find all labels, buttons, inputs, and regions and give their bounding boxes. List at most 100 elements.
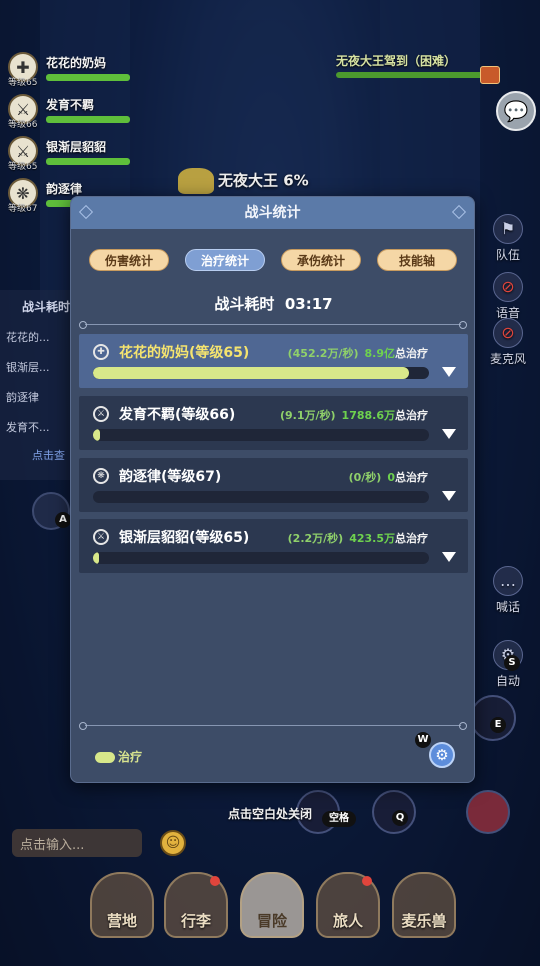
member-name: 发育不羁 [46, 98, 95, 112]
emoji-icon[interactable]: ☺ [160, 830, 186, 856]
player-name: 银渐层貂貂(等级65) [119, 530, 250, 546]
tab-damage-taken[interactable]: 承伤统计 [281, 249, 361, 271]
heal-bar-fill [93, 552, 100, 564]
member-name: 花花的奶妈 [46, 56, 107, 70]
party-list: ✚ 花花的奶妈 等级65 ⚔ 发育不羁 等级66 ⚔ 银渐层貂貂 等级65 ❋ … [6, 50, 131, 218]
nav-travelers[interactable]: 旅人 [316, 872, 380, 938]
player-row[interactable]: ⚔ 发育不羁(等级66) (9.1万/秒) 1788.6万总治疗 [79, 396, 468, 450]
tab-skill-timeline[interactable]: 技能轴 [377, 249, 457, 271]
heal-total: 423.5万 [349, 532, 395, 545]
mini-stats-row: 韵逐律 [6, 391, 39, 404]
team-icon: ⚑ [493, 214, 523, 244]
dialog-header: 战斗统计 [71, 197, 474, 229]
mic-button[interactable]: ⊘ 麦克风 [486, 318, 530, 367]
shout-icon: … [493, 566, 523, 596]
expand-caret-icon[interactable] [442, 429, 456, 439]
member-hp-bar [46, 116, 130, 123]
player-row[interactable]: ✚ 花花的奶妈(等级65) (452.2万/秒) 8.9亿总治疗 [79, 334, 468, 388]
bottom-nav: 营地 行李 冒险 旅人 麦乐兽 [84, 872, 474, 952]
player-heal-stat: (9.1万/秒) 1788.6万总治疗 [280, 407, 428, 423]
stats-tabs: 伤害统计 治疗统计 承伤统计 技能轴 [89, 249, 459, 273]
shout-button[interactable]: … 喊话 [486, 566, 530, 615]
notification-dot [210, 876, 220, 886]
party-member[interactable]: ✚ 花花的奶妈 等级65 [6, 50, 131, 92]
mic-label: 麦克风 [489, 352, 526, 366]
nav-adventure[interactable]: 冒险 [240, 872, 304, 938]
shout-label: 喊话 [495, 600, 520, 614]
expand-caret-icon[interactable] [442, 367, 456, 377]
tab-damage[interactable]: 伤害统计 [89, 249, 169, 271]
voice-button[interactable]: ⊘ 语音 [486, 272, 530, 321]
skill-slot-pet[interactable] [466, 790, 510, 834]
heal-total: 8.9亿 [364, 347, 396, 360]
class-icon: ❋ [93, 468, 109, 484]
mini-battle-stats: 战斗耗时 花花的... 银渐层... 韵逐律 发育不... 点击查 [0, 290, 80, 480]
heal-total-suffix: 总治疗 [395, 347, 428, 360]
voice-muted-icon: ⊘ [493, 272, 523, 302]
chat-input[interactable]: 点击输入... [12, 829, 142, 857]
heal-bar-fill [93, 367, 409, 379]
team-label: 队伍 [495, 248, 520, 262]
battle-stats-dialog: 战斗统计 伤害统计 治疗统计 承伤统计 技能轴 战斗耗时 03:17 ✚ 花花的… [70, 196, 475, 783]
legend-swatch [95, 752, 115, 763]
member-hp-bar [46, 74, 130, 81]
heal-total-suffix: 总治疗 [395, 409, 428, 422]
nav-label: 营地 [106, 912, 137, 930]
expand-caret-icon[interactable] [442, 491, 456, 501]
heal-bar-track [93, 429, 429, 441]
member-name: 银渐层貂貂 [46, 140, 107, 154]
nav-label: 旅人 [332, 912, 363, 930]
player-heal-stat: (2.2万/秒) 423.5万总治疗 [288, 530, 428, 546]
nav-camp[interactable]: 营地 [90, 872, 154, 938]
duration-label: 战斗耗时 [214, 295, 275, 313]
boss-name-text: 无夜大王 6% [218, 171, 309, 190]
settings-gear-icon[interactable]: ⚙ [429, 742, 455, 768]
member-level: 等级67 [8, 204, 38, 214]
boss-hp-bar [336, 72, 486, 78]
flag-icon[interactable] [480, 66, 500, 84]
class-icon: ⚔ [93, 529, 109, 545]
tab-healing[interactable]: 治疗统计 [185, 249, 265, 271]
legend-label: 治疗 [118, 750, 143, 764]
mini-stats-row: 发育不... [6, 421, 50, 434]
party-member[interactable]: ⚔ 发育不羁 等级66 [6, 92, 131, 134]
heal-rate: (9.1万/秒) [279, 409, 336, 422]
hotkey-space: 空格 [322, 811, 356, 827]
player-name: 发育不羁(等级66) [119, 407, 236, 423]
hotkey-q: Q [392, 810, 408, 826]
heal-total-suffix: 总治疗 [395, 532, 428, 545]
crown-icon [178, 168, 214, 194]
boss-name-label: 无夜大王 6% [178, 168, 309, 194]
auto-label: 自动 [495, 674, 520, 688]
player-row[interactable]: ⚔ 银渐层貂貂(等级65) (2.2万/秒) 423.5万总治疗 [79, 519, 468, 573]
mini-stats-row: 花花的... [6, 331, 50, 344]
player-heal-stat: (452.2万/秒) 8.9亿总治疗 [288, 345, 428, 361]
heal-bar-fill [93, 429, 100, 441]
nav-luggage[interactable]: 行李 [164, 872, 228, 938]
boss-banner-text: 无夜大王驾到（困难） [336, 54, 457, 68]
nav-label: 麦乐兽 [401, 912, 447, 930]
player-row[interactable]: ❋ 韵逐律(等级67) (0/秒) 0总治疗 [79, 458, 468, 512]
heal-rate: (0/秒) [348, 471, 382, 484]
member-level: 等级66 [8, 120, 38, 130]
heal-total-suffix: 总治疗 [395, 471, 428, 484]
heal-total: 0 [387, 471, 395, 484]
hotkey-e: E [490, 717, 506, 733]
close-hint[interactable]: 点击空白处关闭 [228, 805, 312, 822]
party-member[interactable]: ⚔ 银渐层貂貂 等级65 [6, 134, 131, 176]
team-button[interactable]: ⚑ 队伍 [486, 214, 530, 263]
chat-bubble-icon[interactable]: 💬 [496, 91, 536, 131]
nav-label: 冒险 [256, 912, 287, 930]
hotkey-s: S [504, 655, 520, 671]
nav-pets[interactable]: 麦乐兽 [392, 872, 456, 938]
nav-label: 行李 [180, 912, 211, 930]
duration-value: 03:17 [284, 295, 333, 313]
expand-caret-icon[interactable] [442, 552, 456, 562]
member-level: 等级65 [8, 162, 38, 172]
heal-total: 1788.6万 [341, 409, 395, 422]
class-icon: ✚ [93, 344, 109, 360]
notification-dot [362, 876, 372, 886]
member-level: 等级65 [8, 78, 38, 88]
divider [79, 722, 467, 730]
battle-duration: 战斗耗时 03:17 [71, 293, 476, 314]
